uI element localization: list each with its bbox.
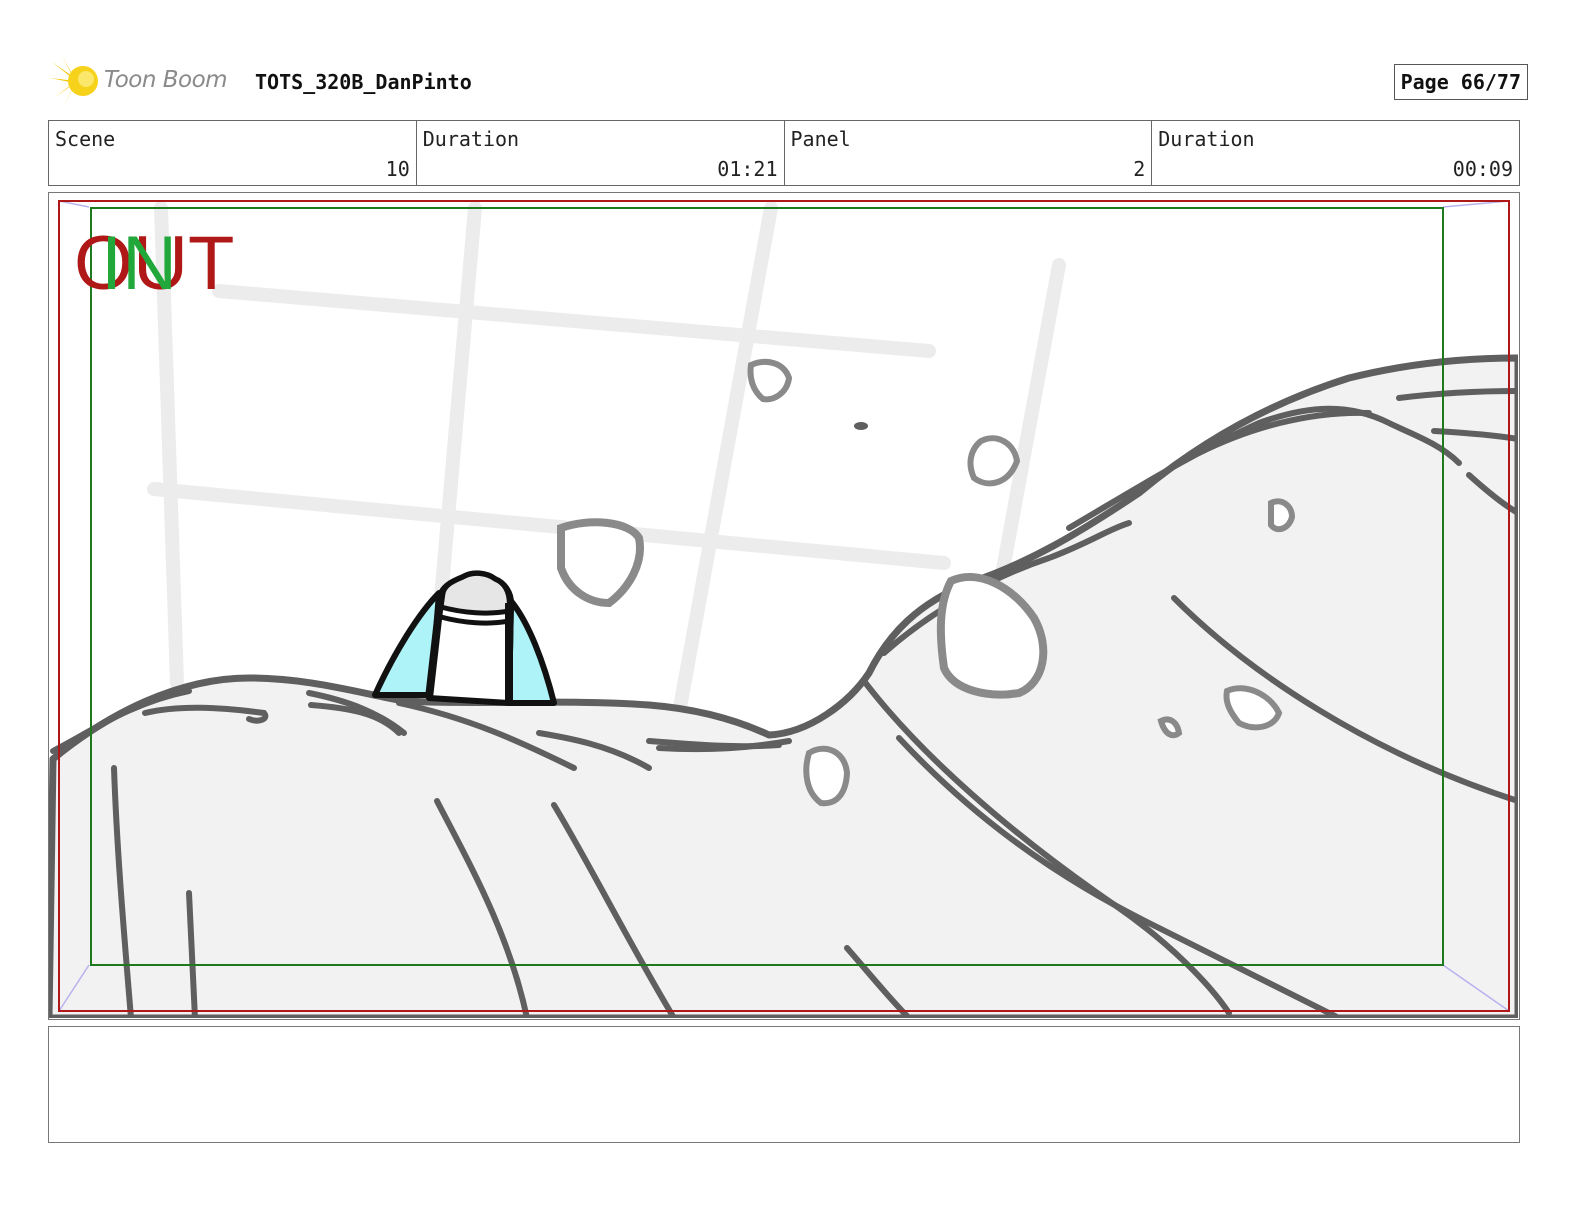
project-title: TOTS_320B_DanPinto xyxy=(255,70,472,94)
page-indicator: Page 66/77 xyxy=(1393,64,1528,100)
scene-duration-label: Duration xyxy=(422,127,520,151)
character-figure xyxy=(372,570,557,706)
storyboard-panel: OUT IN xyxy=(48,192,1520,1020)
panel-duration-value: 00:09 xyxy=(1452,157,1513,181)
scene-duration-cell: Duration 01:21 xyxy=(417,121,785,185)
scene-label: Scene xyxy=(55,127,116,151)
ice-speck xyxy=(854,422,868,430)
ground-mound xyxy=(49,354,1518,1018)
scene-info-table: Scene 10 Duration 01:21 Panel 2 Duration… xyxy=(48,120,1520,186)
panel-value: 2 xyxy=(1133,157,1146,181)
starburst-icon xyxy=(50,56,98,106)
panel-cell: Panel 2 xyxy=(785,121,1153,185)
panel-duration-cell: Duration 00:09 xyxy=(1152,121,1519,185)
scene-duration-value: 01:21 xyxy=(717,157,778,181)
panel-sketch: OUT IN xyxy=(49,200,1518,1018)
panel-duration-label: Duration xyxy=(1158,127,1255,151)
page-header: Toon Boom TOTS_320B_DanPinto Page 66/77 xyxy=(50,56,1540,106)
panel-label: Panel xyxy=(790,127,851,151)
scene-value: 10 xyxy=(385,157,410,181)
scene-cell: Scene 10 xyxy=(49,121,417,185)
panel-notes-box[interactable] xyxy=(48,1026,1520,1143)
logo-text: Toon Boom xyxy=(104,67,228,93)
in-label: IN xyxy=(101,221,177,306)
toon-boom-logo: Toon Boom xyxy=(50,56,250,106)
